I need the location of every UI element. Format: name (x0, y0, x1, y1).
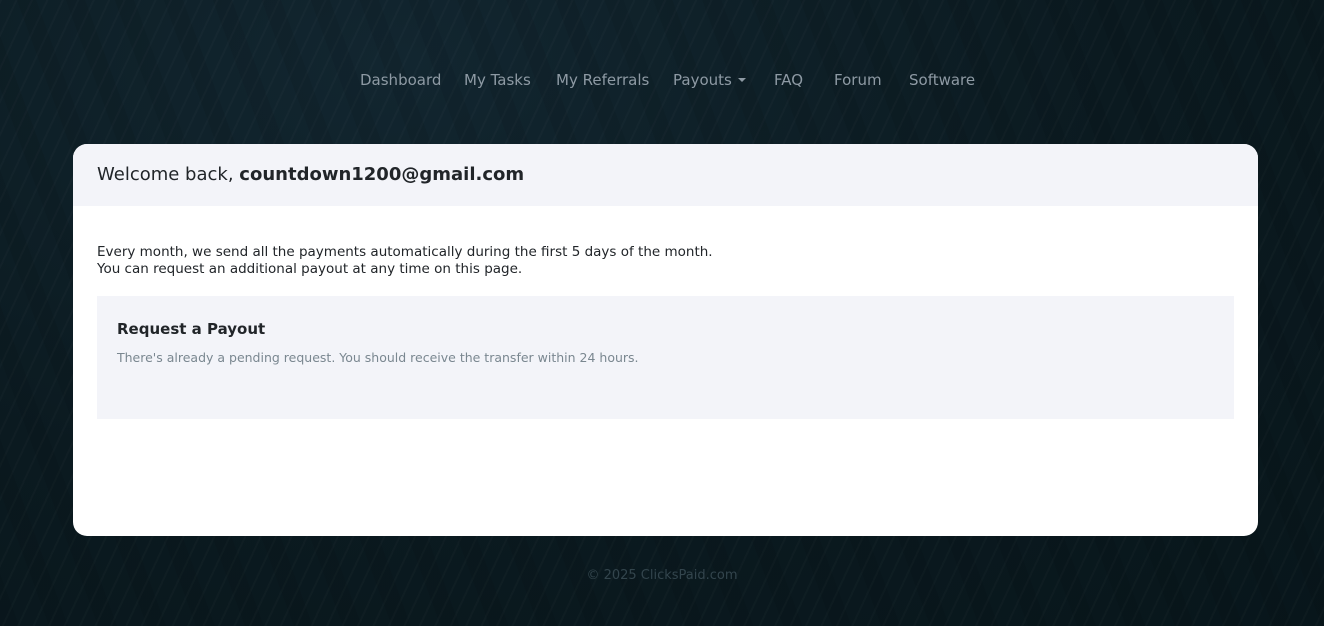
nav-payouts-label: Payouts (673, 71, 732, 89)
caret-down-icon (737, 78, 746, 82)
welcome-text: Welcome back, (97, 164, 234, 185)
request-payout-title: Request a Payout (117, 320, 266, 338)
footer: © 2025 ClicksPaid.com (0, 568, 1324, 583)
card-body: Every month, we send all the payments au… (73, 206, 1258, 419)
nav-faq[interactable]: FAQ (774, 70, 803, 90)
payout-card: Welcome back, countdown1200@gmail.com Ev… (73, 144, 1258, 536)
nav-payouts[interactable]: Payouts (673, 70, 746, 90)
nav-software[interactable]: Software (909, 70, 975, 90)
nav-my-tasks[interactable]: My Tasks (464, 70, 531, 90)
request-payout-panel: Request a Payout There's already a pendi… (97, 296, 1234, 419)
nav-my-referrals[interactable]: My Referrals (556, 70, 649, 90)
user-email: countdown1200@gmail.com (239, 164, 525, 185)
nav-forum[interactable]: Forum (834, 70, 882, 90)
info-line-schedule: Every month, we send all the payments au… (97, 244, 713, 260)
nav-dashboard[interactable]: Dashboard (360, 70, 441, 90)
page: Dashboard My Tasks My Referrals Payouts … (0, 0, 1324, 626)
pending-request-note: There's already a pending request. You s… (117, 350, 639, 365)
top-navigation: Dashboard My Tasks My Referrals Payouts … (0, 66, 1324, 94)
card-header: Welcome back, countdown1200@gmail.com (73, 144, 1258, 206)
info-line-request: You can request an additional payout at … (97, 261, 523, 277)
copyright-text: © 2025 ClicksPaid.com (586, 568, 738, 583)
